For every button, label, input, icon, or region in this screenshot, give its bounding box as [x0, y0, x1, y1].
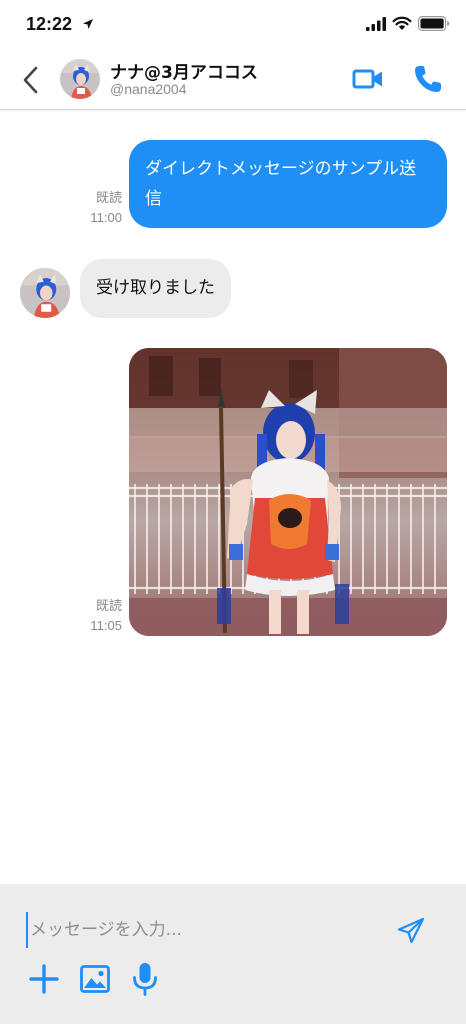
- avatar-image: [20, 268, 70, 318]
- contact-name: ナナ@3月アココス: [110, 63, 258, 83]
- message-text: 受け取りました: [96, 278, 215, 298]
- back-chevron-icon[interactable]: [18, 64, 44, 96]
- conversation-header: ナナ@3月アココス @nana2004: [0, 50, 466, 110]
- send-icon[interactable]: [396, 916, 426, 946]
- status-bar: 12:22: [0, 0, 466, 50]
- sent-photo-message[interactable]: [129, 348, 447, 636]
- message-time: 11:00: [90, 210, 122, 225]
- image-icon[interactable]: [79, 963, 111, 995]
- message-time: 11:05: [90, 618, 122, 633]
- read-receipt: 既読 11:05: [80, 596, 122, 636]
- signal-icon: [366, 17, 386, 31]
- contact-handle: @nana2004: [110, 81, 187, 97]
- status-time: 12:22: [26, 14, 73, 34]
- location-arrow-icon: [83, 19, 93, 29]
- video-call-icon[interactable]: [352, 67, 384, 91]
- phone-call-icon[interactable]: [412, 63, 444, 95]
- message-input[interactable]: メッセージを入力...: [26, 912, 366, 948]
- battery-icon: [418, 16, 450, 31]
- message-composer: メッセージを入力...: [0, 884, 466, 1024]
- avatar[interactable]: [60, 59, 100, 99]
- sender-avatar[interactable]: [20, 268, 70, 318]
- cosplay-photo: [129, 348, 447, 636]
- microphone-icon[interactable]: [130, 961, 160, 997]
- read-receipt: 既読 11:00: [80, 188, 122, 228]
- avatar-image: [60, 59, 100, 99]
- message-text: ダイレクトメッセージのサンプル送信: [145, 159, 417, 209]
- read-label: 既読: [95, 190, 122, 205]
- add-icon[interactable]: [28, 963, 60, 995]
- read-label: 既読: [95, 598, 122, 613]
- sent-message-bubble[interactable]: ダイレクトメッセージのサンプル送信: [129, 140, 447, 228]
- wifi-icon: [392, 16, 412, 30]
- received-message-bubble[interactable]: 受け取りました: [80, 259, 231, 318]
